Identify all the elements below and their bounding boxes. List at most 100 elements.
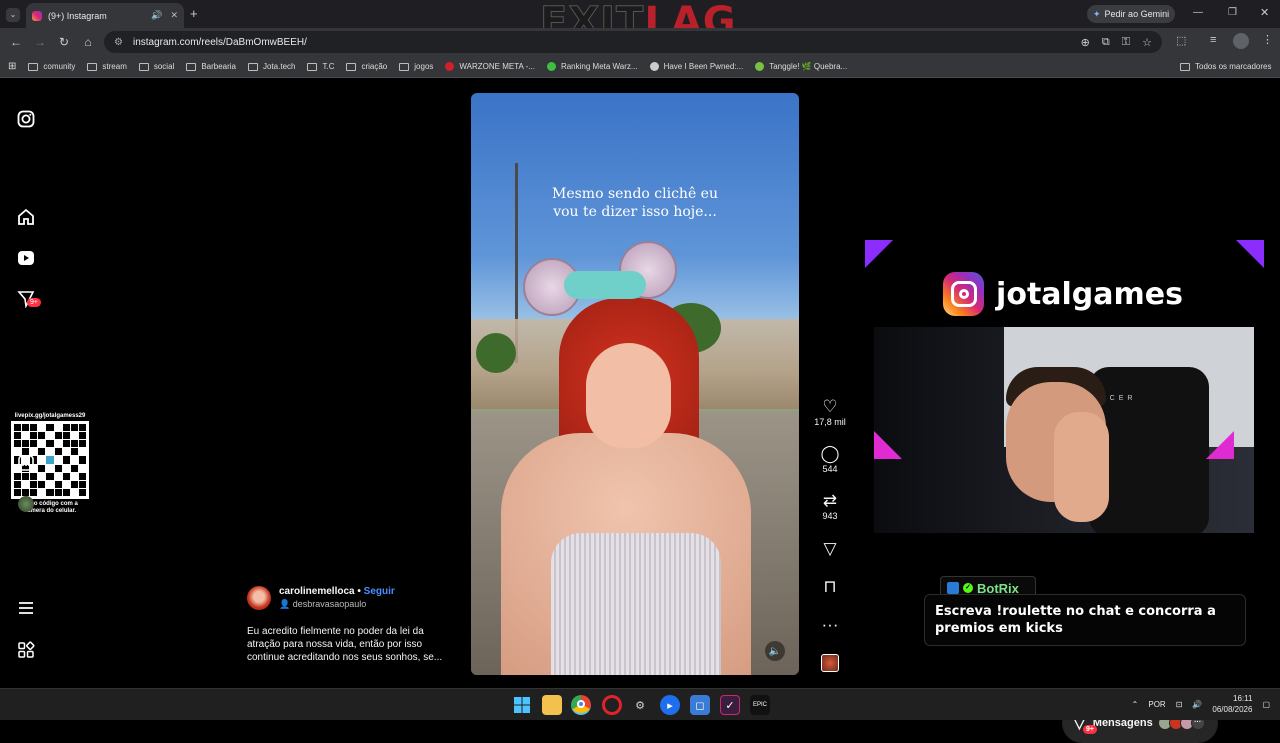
network-icon[interactable]: ⊡: [1176, 700, 1183, 709]
language-indicator[interactable]: POR: [1148, 700, 1165, 709]
home-nav-icon[interactable]: [16, 207, 36, 227]
apps-icon[interactable]: ⊞: [8, 61, 16, 72]
bookmark-barbearia[interactable]: Barbearia: [186, 62, 236, 71]
reels-nav-icon[interactable]: [16, 248, 36, 268]
reload-icon[interactable]: ↻: [52, 35, 76, 49]
back-icon[interactable]: ←: [4, 35, 28, 49]
zoom-icon[interactable]: ⊕: [1081, 36, 1090, 49]
save-button[interactable]: ⊓: [808, 577, 852, 597]
bookmark-tc[interactable]: T.C: [307, 62, 334, 71]
reading-list-icon[interactable]: ≡: [1210, 34, 1216, 46]
audio-label[interactable]: desbravasaopaulo: [293, 599, 367, 609]
key-icon[interactable]: ⚿: [1122, 36, 1130, 49]
clock-date: 06/08/2026: [1212, 705, 1253, 714]
new-tab-button[interactable]: +: [190, 6, 198, 21]
dashboard-nav-icon[interactable]: [16, 453, 36, 473]
opera-icon[interactable]: [602, 695, 622, 715]
instagram-logo-icon[interactable]: [16, 109, 36, 129]
clock[interactable]: 16:11 06/08/2026: [1212, 693, 1252, 715]
home-icon[interactable]: ⌂: [76, 35, 100, 49]
pwned-favicon-icon: [649, 62, 659, 71]
repost-button[interactable]: ⇄ 943: [808, 491, 852, 521]
gemini-icon: ✦: [1093, 8, 1101, 19]
bookmark-haveibeenpwned[interactable]: Have I Been Pwned:...: [649, 62, 743, 71]
bookmark-jotatech[interactable]: Jota.tech: [248, 62, 295, 71]
browser-toolbar: ← → ↻ ⌂ ⚙ instagram.com/reels/DaBmOmwBEE…: [0, 28, 1280, 56]
messages-nav-icon[interactable]: 9+: [16, 289, 41, 309]
bookmark-ranking-meta[interactable]: Ranking Meta Warz...: [546, 62, 638, 71]
install-icon[interactable]: ⧉: [1102, 36, 1110, 49]
profile-avatar[interactable]: [1233, 33, 1249, 49]
bookmark-comunity[interactable]: comunity: [28, 62, 75, 71]
bookmark-label: Tanggle! 🌿 Quebra...: [769, 62, 848, 71]
reel-overlay-text: Mesmo sendo clichê eu vou te dizer isso …: [471, 185, 799, 221]
browser-tab-bar: ⌄ (9+) Instagram 🔊 ✕ + EXITLAG ✦ Pedir ao…: [0, 0, 1280, 45]
reel-video[interactable]: Mesmo sendo clichê eu vou te dizer isso …: [471, 93, 799, 675]
bookmark-jogos[interactable]: jogos: [399, 62, 433, 71]
windows-taskbar: ⚙ ▸ ◻ ✓ EPIC ⌃ POR ⊡ 🔊 16:11 06/08/2026 …: [0, 688, 1280, 720]
ranking-favicon-icon: [546, 62, 556, 71]
author-avatar[interactable]: [247, 586, 271, 610]
send-icon: ▽: [823, 539, 837, 558]
show-hidden-icons[interactable]: ⌃: [1132, 700, 1139, 709]
bookmark-tanggle[interactable]: Tanggle! 🌿 Quebra...: [755, 62, 847, 71]
bookmark-social[interactable]: social: [138, 62, 174, 71]
start-icon[interactable]: [512, 695, 532, 715]
close-window-button[interactable]: ✕: [1260, 6, 1269, 19]
volume-icon[interactable]: 🔊: [1192, 700, 1202, 709]
gemini-button[interactable]: ✦ Pedir ao Gemini: [1087, 5, 1175, 23]
minimize-button[interactable]: —: [1193, 7, 1203, 18]
close-tab-icon[interactable]: ✕: [170, 10, 178, 21]
botrix-logo-icon: [947, 582, 959, 594]
more-menu-nav-icon[interactable]: [16, 598, 36, 618]
steam-icon[interactable]: ⚙: [630, 695, 650, 715]
frame-corner-top-left: [865, 240, 893, 268]
notifications-icon[interactable]: ▢: [1262, 700, 1270, 709]
star-icon[interactable]: ☆: [1142, 36, 1152, 49]
app-icon[interactable]: ◻: [690, 695, 710, 715]
webcam-feed: ACER: [874, 327, 1254, 533]
mute-icon[interactable]: 🔈: [765, 641, 785, 661]
tab-instagram[interactable]: (9+) Instagram 🔊 ✕: [26, 3, 184, 28]
frame-corner-bottom-left: [874, 431, 902, 459]
share-button[interactable]: ▽: [808, 539, 852, 559]
more-menu-icon[interactable]: ⋮: [1262, 33, 1273, 46]
bookmark-label: T.C: [322, 62, 335, 71]
address-bar[interactable]: ⚙ instagram.com/reels/DaBmOmwBEEH/ ⊕ ⧉ ⚿…: [104, 31, 1162, 53]
folder-icon: [186, 62, 197, 71]
bookmark-stream[interactable]: stream: [87, 62, 127, 71]
like-button[interactable]: ♡ 17,8 mil: [808, 397, 852, 427]
tab-title: (9+) Instagram: [48, 10, 107, 21]
maximize-button[interactable]: ❐: [1228, 7, 1237, 18]
verified-icon: ✓: [963, 583, 973, 593]
epic-games-icon[interactable]: EPIC: [750, 695, 770, 715]
audio-thumbnail[interactable]: [821, 654, 839, 672]
all-bookmarks[interactable]: Todos os marcadores: [1180, 62, 1271, 71]
comment-button[interactable]: ◯ 544: [808, 444, 852, 474]
site-info-icon[interactable]: ⚙: [114, 37, 123, 48]
author-username[interactable]: carolinemelloca: [279, 586, 355, 597]
forward-icon[interactable]: →: [28, 35, 52, 49]
bookmark-label: Jota.tech: [263, 62, 296, 71]
instagram-favicon-icon: [32, 10, 42, 21]
more-options-button[interactable]: ···: [808, 615, 852, 635]
extensions-icon[interactable]: ⬚: [1176, 34, 1186, 47]
profile-nav-avatar[interactable]: [16, 494, 36, 514]
also-from-meta-icon[interactable]: [16, 640, 36, 660]
bookmark-warzone-meta[interactable]: WARZONE META -...: [445, 62, 535, 71]
repost-icon: ⇄: [822, 491, 838, 510]
chrome-icon[interactable]: [571, 695, 591, 715]
app-icon[interactable]: ▸: [660, 695, 680, 715]
file-explorer-icon[interactable]: [542, 695, 562, 715]
tab-search-icon[interactable]: ⌄: [6, 8, 20, 22]
speaker-icon[interactable]: 🔊: [151, 10, 162, 21]
bookmark-criacao[interactable]: criação: [346, 62, 387, 71]
folder-icon: [399, 62, 410, 71]
ear-bow: [564, 271, 646, 299]
folder-icon: [346, 62, 357, 71]
tanggle-favicon-icon: [755, 62, 765, 71]
caption-text[interactable]: Eu acredito fielmente no poder da lei da…: [247, 625, 457, 664]
app-icon[interactable]: ✓: [720, 695, 740, 715]
frame-corner-bottom-right: [1206, 431, 1234, 459]
follow-button[interactable]: Seguir: [364, 586, 395, 597]
